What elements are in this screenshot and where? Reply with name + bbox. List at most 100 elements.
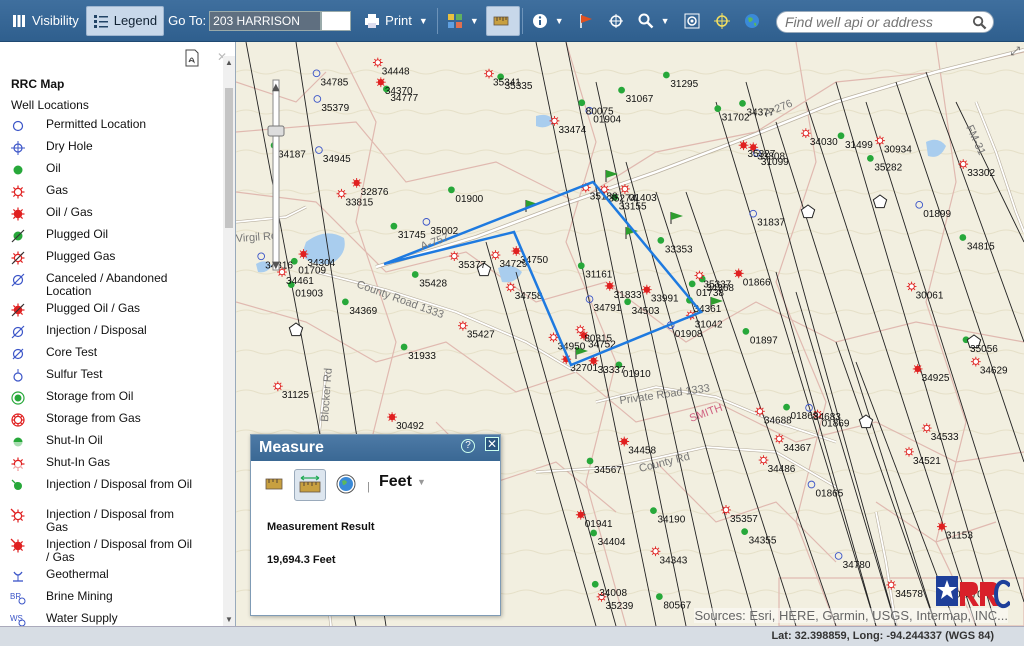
well-label: 34925 (922, 373, 950, 384)
svg-text:WS: WS (10, 614, 23, 623)
expand-icon[interactable]: ⤢ (1010, 44, 1020, 59)
legend-item: Injection / Disposal from Oil / Gas (0, 535, 222, 565)
crosshair-button[interactable] (601, 6, 631, 36)
injection-from-oil-icon (11, 479, 22, 490)
well-symbol[interactable] (578, 99, 586, 107)
legend-item: Permitted Location (0, 115, 222, 137)
injection-disposal-icon (11, 325, 25, 339)
zoom-button[interactable]: ▼ (631, 6, 677, 36)
well-label: 34343 (660, 555, 688, 566)
basemap-gallery-button[interactable]: ▼ (440, 6, 486, 36)
well-symbol[interactable] (411, 271, 419, 278)
well-symbol[interactable] (662, 71, 670, 79)
well-label: 34533 (931, 432, 959, 443)
well-label: 33337 (598, 365, 626, 376)
legend-item: Core Test (0, 343, 222, 365)
well-symbol[interactable] (739, 99, 746, 107)
well-label: 01908 (675, 329, 703, 340)
visibility-button[interactable]: Visibility (4, 6, 86, 36)
well-symbol[interactable] (341, 298, 349, 306)
well-symbol[interactable] (577, 262, 585, 270)
goto-secondary-input[interactable] (321, 10, 352, 31)
well-label: 01868 (791, 411, 819, 422)
well-label: 31833 (614, 290, 642, 301)
legend-item-label: Plugged Oil / Gas (46, 301, 141, 315)
well-symbol[interactable] (657, 237, 665, 244)
legend-item-label: Injection / Disposal from Gas (46, 507, 175, 534)
close-icon[interactable]: ✕ (485, 437, 499, 451)
rrc-logo (936, 576, 1010, 609)
well-label: 34945 (323, 154, 351, 165)
legend-item: Sulfur Test (0, 365, 222, 387)
well-label: 32876 (361, 187, 389, 198)
well-symbol[interactable] (655, 593, 663, 600)
legend-scrollbar[interactable]: ▲ ▼ (223, 56, 235, 626)
well-symbol[interactable] (714, 105, 722, 113)
legend-title: RRC Map (11, 77, 65, 91)
scroll-down-icon[interactable]: ▼ (225, 615, 233, 624)
well-symbol[interactable] (591, 580, 599, 588)
measure-area-tool[interactable] (259, 469, 289, 499)
well-symbol[interactable] (650, 507, 657, 514)
well-label: 34448 (382, 66, 410, 77)
scroll-up-icon[interactable]: ▲ (225, 58, 233, 67)
well-label: 31837 (757, 218, 785, 229)
well-symbol[interactable] (688, 280, 696, 288)
well-symbol[interactable] (448, 186, 455, 194)
measure-location-tool[interactable] (331, 469, 361, 499)
help-icon[interactable]: ? (461, 439, 475, 453)
legend-panel: ✕ RRC Map Well Locations Permitted Locat… (0, 42, 236, 626)
well-symbol[interactable] (837, 132, 845, 140)
well-label: 01865 (815, 489, 843, 500)
well-symbol[interactable] (590, 529, 598, 537)
well-label: 33302 (967, 168, 995, 179)
well-symbol[interactable] (400, 343, 408, 351)
zoom-slider[interactable]: ▲ ▼ (265, 78, 287, 278)
plugged-oil-icon (11, 229, 25, 243)
well-symbol[interactable] (741, 528, 749, 535)
locate-button[interactable] (707, 6, 737, 36)
zoom-slider-thumb[interactable] (267, 125, 285, 137)
basemap-grid-icon (447, 13, 462, 28)
well-symbol[interactable] (390, 222, 398, 230)
scrollbar-thumb[interactable] (225, 88, 233, 228)
unit-dropdown[interactable]: Feet (379, 473, 412, 491)
goto-input[interactable] (209, 10, 322, 31)
toolbar: Visibility Legend Go To: Print ▼ ▼ (0, 0, 1024, 42)
permitted-location-icon (12, 120, 24, 132)
well-label: 35427 (467, 330, 495, 341)
legend-item-label: Dry Hole (46, 139, 93, 153)
core-test-icon (12, 348, 24, 360)
measure-tool-button[interactable] (485, 5, 520, 36)
measurement-result-label: Measurement Result (267, 521, 375, 533)
full-extent-button[interactable] (677, 6, 707, 36)
well-label: 34780 (843, 560, 871, 571)
legend-item-label: Plugged Oil (46, 227, 109, 241)
well-label: 35337 (703, 280, 731, 291)
search-icon[interactable] (972, 15, 987, 30)
well-symbol[interactable] (618, 86, 625, 94)
pdf-icon[interactable] (184, 49, 200, 67)
search-input[interactable] (783, 13, 963, 31)
well-symbol[interactable] (783, 403, 790, 411)
flag-button[interactable] (571, 6, 601, 36)
well-symbol[interactable] (742, 327, 750, 335)
well-symbol[interactable] (586, 457, 594, 465)
legend-button[interactable]: Legend (85, 5, 165, 36)
well-symbol[interactable] (959, 234, 967, 241)
well-label: 34369 (349, 306, 377, 317)
print-button[interactable]: Print ▼ (357, 6, 435, 36)
legend-item: Dry Hole (0, 137, 222, 159)
info-button[interactable]: ▼ (525, 6, 571, 36)
flag-icon (579, 13, 592, 28)
globe-button[interactable] (737, 6, 767, 36)
well-label: 33815 (345, 198, 373, 209)
well-label: 34815 (967, 241, 995, 252)
oil-gas-icon (11, 207, 25, 221)
chevron-down-icon[interactable]: ▼ (417, 477, 426, 487)
measurement-result-value: 19,694.3 Feet (267, 554, 336, 566)
legend-subtitle: Well Locations (11, 98, 89, 112)
legend-item: Plugged Oil / Gas (0, 299, 222, 321)
well-symbol[interactable] (866, 154, 874, 162)
measure-distance-tool[interactable] (294, 469, 326, 501)
